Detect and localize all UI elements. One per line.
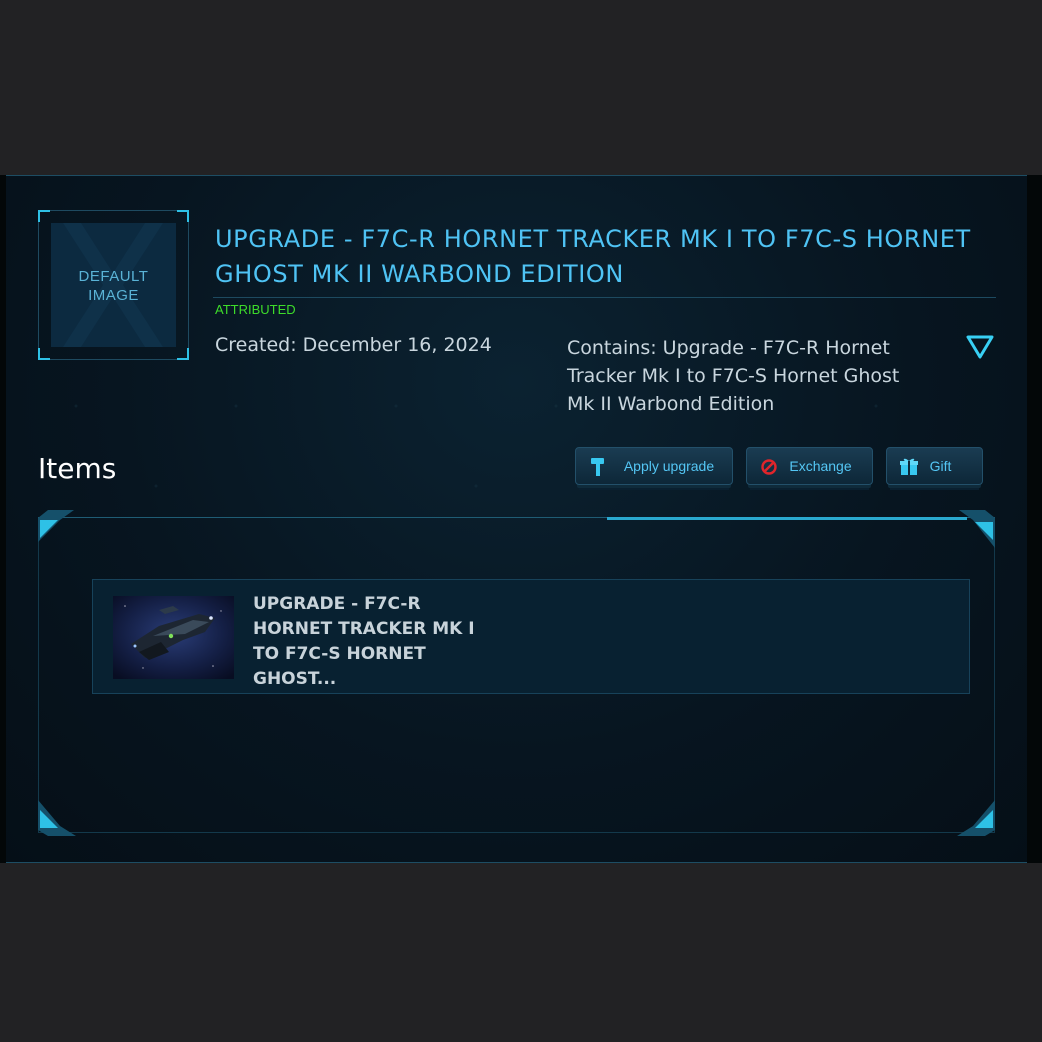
created-date: Created: December 16, 2024	[215, 334, 492, 356]
corner-bracket	[177, 210, 189, 222]
items-frame-highlight	[607, 517, 967, 520]
frame-corner-bl	[38, 800, 76, 836]
apply-upgrade-label: Apply upgrade	[623, 458, 715, 474]
status-badge: ATTRIBUTED	[215, 302, 296, 317]
pledge-title: UPGRADE - F7C-R HORNET TRACKER MK I TO F…	[215, 225, 971, 288]
right-edge	[1027, 175, 1042, 863]
gift-button[interactable]: Gift	[886, 447, 983, 485]
hammer-icon	[591, 458, 604, 476]
ship-image-graphic	[113, 596, 234, 679]
list-item[interactable]: UPGRADE - F7C-R HORNET TRACKER MK I TO F…	[92, 579, 970, 694]
corner-bracket	[38, 210, 50, 222]
corner-bracket	[38, 348, 50, 360]
apply-upgrade-button[interactable]: Apply upgrade	[575, 447, 733, 485]
frame-corner-br	[957, 800, 995, 836]
ship-image	[113, 596, 234, 679]
gift-label: Gift	[929, 458, 952, 474]
default-image: DEFAULT IMAGE	[51, 223, 176, 347]
exchange-button[interactable]: Exchange	[746, 447, 873, 485]
item-title: UPGRADE - F7C-R HORNET TRACKER MK I TO F…	[253, 594, 475, 689]
default-image-line1: DEFAULT	[78, 268, 149, 285]
contains-text: Contains: Upgrade - F7C-R Hornet Tracker…	[567, 337, 900, 415]
triangle-down-icon	[966, 335, 994, 359]
items-heading: Items	[38, 452, 117, 485]
expand-button[interactable]	[964, 332, 996, 362]
frame-corner-tr	[959, 510, 995, 548]
default-image-line2: IMAGE	[88, 287, 139, 304]
default-image-label: DEFAULT IMAGE	[51, 267, 176, 305]
title-divider	[213, 297, 996, 298]
exchange-label: Exchange	[789, 458, 852, 474]
frame-corner-tl	[38, 510, 74, 542]
corner-bracket	[177, 348, 189, 360]
pledge-thumbnail: DEFAULT IMAGE	[38, 210, 189, 360]
